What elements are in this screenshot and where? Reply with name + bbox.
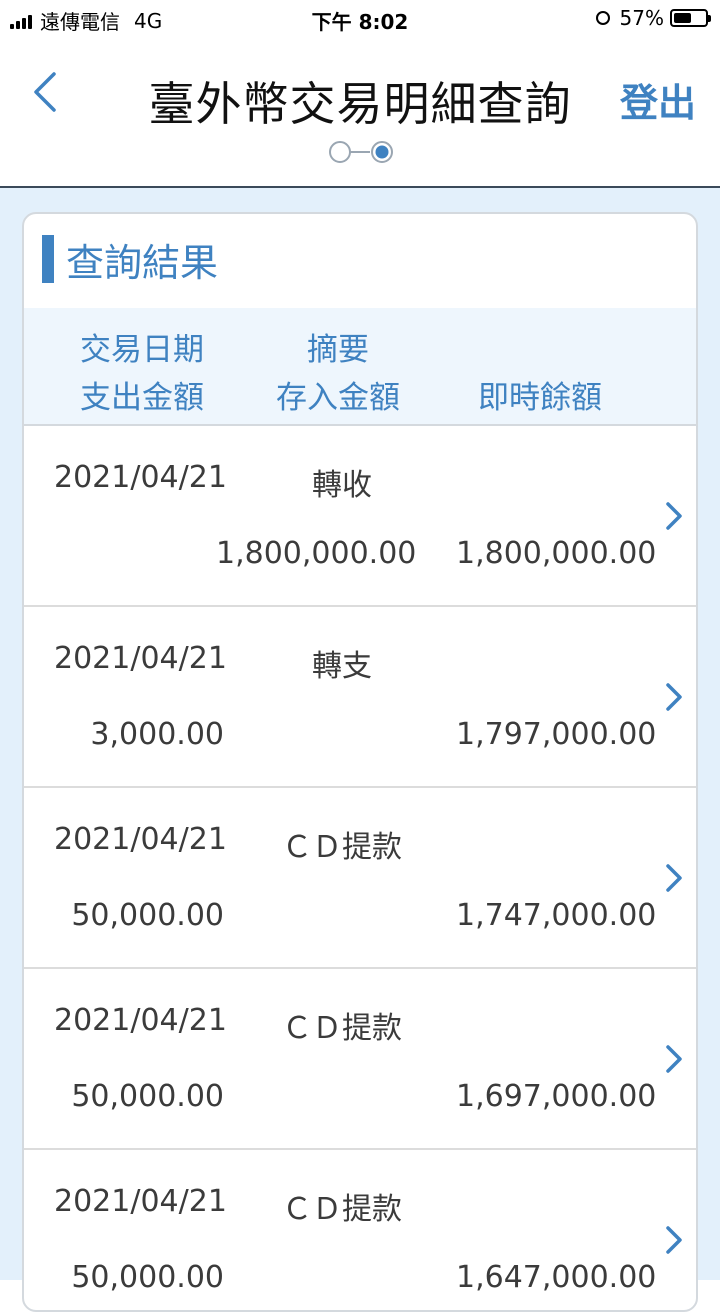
row-summary: 轉支 bbox=[312, 649, 372, 684]
title-accent-bar bbox=[42, 235, 54, 283]
battery-percent: 57% bbox=[619, 6, 664, 30]
logout-button[interactable]: 登出 bbox=[620, 72, 696, 127]
status-right: 57% bbox=[595, 6, 711, 30]
row-date: 2021/04/21 bbox=[54, 460, 227, 495]
chevron-right-icon[interactable] bbox=[664, 862, 686, 894]
row-date: 2021/04/21 bbox=[54, 1003, 227, 1038]
battery-fill bbox=[674, 13, 692, 23]
header-balance: 即時餘額 bbox=[478, 380, 602, 416]
row-balance: 1,697,000.00 bbox=[456, 1079, 657, 1114]
row-summary: ＣＤ提款 bbox=[282, 1011, 402, 1046]
results-card: 查詢結果 交易日期 摘要 支出金額 存入金額 即時餘額 2021/04/21 轉… bbox=[22, 212, 698, 1312]
alarm-icon bbox=[595, 11, 610, 25]
row-credit: 1,800,000.00 bbox=[216, 536, 417, 571]
table-row[interactable]: 2021/04/21 ＣＤ提款 50,000.00 1,697,000.00 bbox=[24, 969, 696, 1150]
table-header: 交易日期 摘要 支出金額 存入金額 即時餘額 bbox=[24, 308, 696, 426]
row-debit: 50,000.00 bbox=[71, 1079, 224, 1114]
row-balance: 1,800,000.00 bbox=[456, 536, 657, 571]
header-debit: 支出金額 bbox=[80, 380, 204, 416]
table-row[interactable]: 2021/04/21 轉收 1,800,000.00 1,800,000.00 bbox=[24, 426, 696, 607]
table-row[interactable]: 2021/04/21 轉支 3,000.00 1,797,000.00 bbox=[24, 607, 696, 788]
card-title: 查詢結果 bbox=[42, 234, 219, 285]
page-title: 臺外幣交易明細查詢 bbox=[148, 77, 572, 131]
header-summary: 摘要 bbox=[307, 332, 369, 368]
row-summary: ＣＤ提款 bbox=[282, 1192, 402, 1227]
content-area: 查詢結果 交易日期 摘要 支出金額 存入金額 即時餘額 2021/04/21 轉… bbox=[0, 188, 720, 1312]
status-bar: 遠傳電信 4G 下午 8:02 57% bbox=[0, 0, 720, 36]
row-balance: 1,797,000.00 bbox=[456, 717, 657, 752]
card-title-text: 查詢結果 bbox=[66, 240, 219, 285]
row-balance: 1,747,000.00 bbox=[456, 898, 657, 933]
chevron-right-icon[interactable] bbox=[664, 681, 686, 713]
battery-icon bbox=[670, 9, 711, 27]
row-balance: 1,647,000.00 bbox=[456, 1260, 657, 1295]
row-summary: 轉收 bbox=[312, 468, 372, 503]
row-date: 2021/04/21 bbox=[54, 641, 227, 676]
chevron-right-icon[interactable] bbox=[664, 1224, 686, 1256]
page-indicator bbox=[328, 140, 394, 164]
app-header: 臺外幣交易明細查詢 登出 bbox=[0, 36, 720, 188]
row-debit: 50,000.00 bbox=[71, 898, 224, 933]
row-debit: 50,000.00 bbox=[71, 1260, 224, 1295]
row-summary: ＣＤ提款 bbox=[282, 830, 402, 865]
row-debit: 3,000.00 bbox=[90, 717, 224, 752]
chevron-right-icon[interactable] bbox=[664, 1043, 686, 1075]
table-row[interactable]: 2021/04/21 ＣＤ提款 50,000.00 1,647,000.00 bbox=[24, 1150, 696, 1310]
header-date: 交易日期 bbox=[80, 332, 204, 368]
chevron-right-icon[interactable] bbox=[664, 500, 686, 532]
row-date: 2021/04/21 bbox=[54, 1184, 227, 1219]
table-row[interactable]: 2021/04/21 ＣＤ提款 50,000.00 1,747,000.00 bbox=[24, 788, 696, 969]
row-date: 2021/04/21 bbox=[54, 822, 227, 857]
header-credit: 存入金額 bbox=[276, 380, 400, 416]
